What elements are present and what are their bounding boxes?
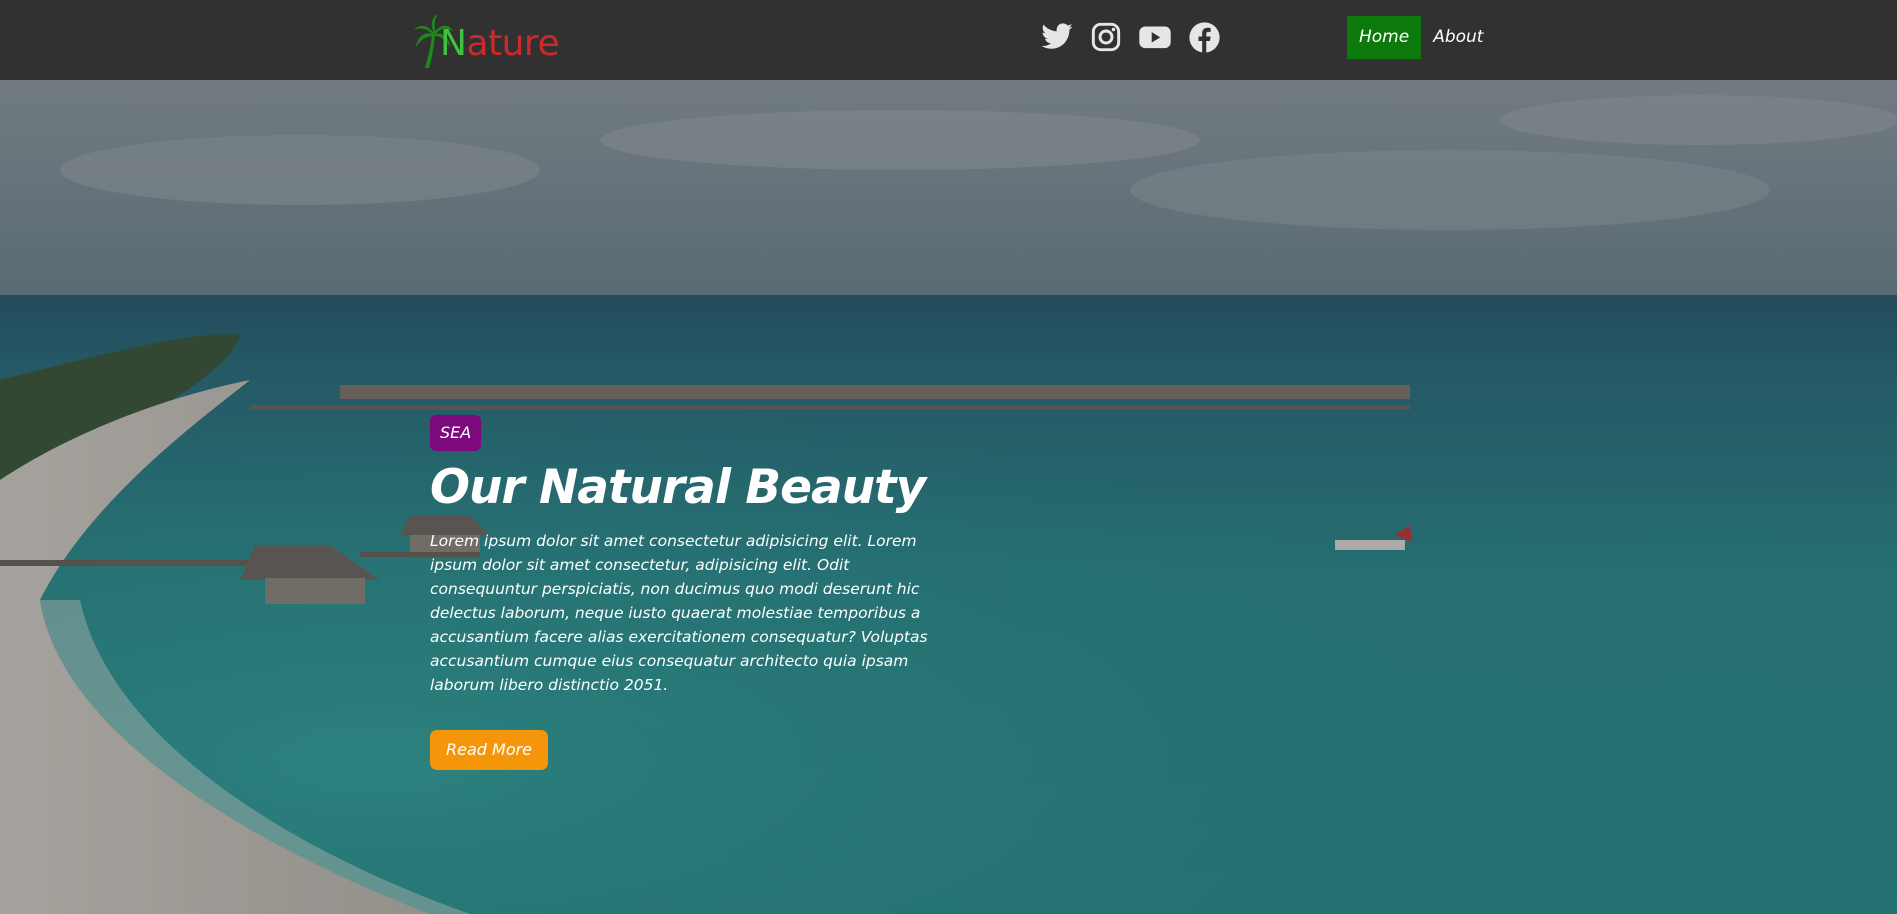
hero-section: SEA Our Natural Beauty Lorem ipsum dolor… <box>0 80 1897 914</box>
nav-about-link[interactable]: About <box>1421 16 1495 59</box>
category-badge: SEA <box>430 415 482 451</box>
hero-description: Lorem ipsum dolor sit amet consectetur a… <box>430 532 928 694</box>
instagram-link[interactable] <box>1089 20 1123 54</box>
brand-logo[interactable]: Nature <box>413 12 560 68</box>
nav-home-link[interactable]: Home <box>1347 16 1422 59</box>
facebook-icon <box>1188 21 1220 53</box>
instagram-icon <box>1091 22 1121 52</box>
youtube-link[interactable] <box>1138 20 1172 54</box>
youtube-icon <box>1139 26 1171 49</box>
facebook-link[interactable] <box>1187 20 1221 54</box>
brand-name-first-letter: N <box>440 23 467 64</box>
twitter-link[interactable] <box>1040 20 1074 54</box>
top-navbar: Nature Home About <box>0 0 1897 80</box>
brand-name-rest: ature <box>466 23 560 64</box>
twitter-icon <box>1041 23 1073 49</box>
main-nav: Home About <box>1347 16 1495 59</box>
brand-name: Nature <box>440 21 560 67</box>
social-links <box>1040 20 1236 54</box>
hero-title: Our Natural Beauty <box>430 460 926 515</box>
hero-content: SEA Our Natural Beauty Lorem ipsum dolor… <box>430 415 950 770</box>
read-more-button[interactable]: Read More <box>430 730 549 770</box>
